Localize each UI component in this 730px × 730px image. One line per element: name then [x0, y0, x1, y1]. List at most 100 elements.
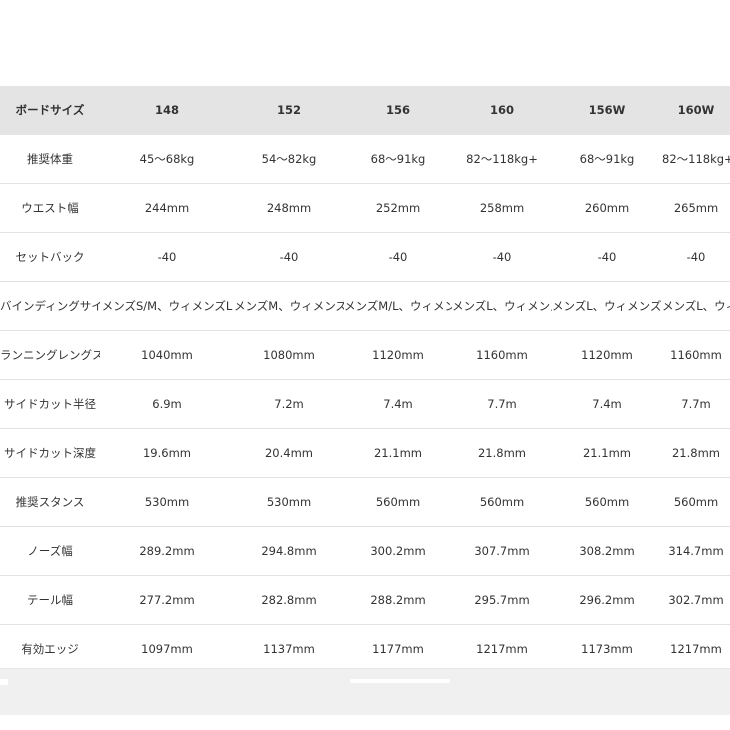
table-cell-value: メンズL、ウィメンズL — [452, 299, 552, 313]
table-cell: 560mm — [344, 477, 452, 527]
table-cell-value: 21.1mm — [582, 446, 631, 460]
table-cell: 248mm — [234, 183, 344, 233]
table-cell-value: -40 — [686, 250, 706, 264]
table-cell-value: 1177mm — [372, 642, 424, 656]
table-cell-value: -40 — [279, 250, 299, 264]
table-cell-value: 1217mm — [670, 642, 722, 656]
table-cell: メンズS/M、ウィメンズL — [100, 281, 234, 331]
table-cell: 82～118kg+ — [662, 134, 730, 184]
table-cell: 21.1mm — [552, 428, 662, 478]
table-cell-value: 248mm — [266, 201, 312, 215]
table-cell-value: 1040mm — [141, 348, 193, 362]
table-cell: -40 — [662, 232, 730, 282]
table-cell: 1217mm — [662, 624, 730, 668]
row-label-text: サイドカット半径 — [4, 397, 96, 411]
table-cell: -40 — [452, 232, 552, 282]
row-label: 推奨体重 — [0, 134, 100, 184]
table-cell: 296.2mm — [552, 575, 662, 625]
table-cell-value: メンズL、ウィメンズL — [552, 299, 662, 313]
table-cell-value: 7.2m — [274, 397, 304, 411]
table-cell-value: 68～91kg — [370, 152, 426, 166]
table-row: セットバック -40 -40 -40 -40 -40 -40 — [0, 232, 730, 282]
table-cell: 258mm — [452, 183, 552, 233]
table-cell-value: 7.4m — [383, 397, 413, 411]
table-cell: 294.8mm — [234, 526, 344, 576]
row-label-text: 推奨スタンス — [15, 495, 85, 509]
table-cell-value: 300.2mm — [370, 544, 426, 558]
table-cell: 260mm — [552, 183, 662, 233]
row-label-text: セットバック — [15, 250, 85, 264]
table-cell-value: 260mm — [584, 201, 630, 215]
table-cell: 252mm — [344, 183, 452, 233]
table-row: 推奨体重 45～68kg 54～82kg 68～91kg 82～118kg+ 68～91k… — [0, 134, 730, 184]
row-label-text: ノーズ幅 — [27, 544, 73, 558]
table-cell-value: 1097mm — [141, 642, 193, 656]
table-cell: 1097mm — [100, 624, 234, 668]
table-cell-value: メンズS/M、ウィメンズL — [101, 299, 233, 313]
table-cell-value: 19.6mm — [142, 446, 191, 460]
table-cell-value: 21.8mm — [477, 446, 526, 460]
table-cell-value: 45～68kg — [139, 152, 195, 166]
table-cell-value: 1120mm — [372, 348, 424, 362]
table-cell-value: 258mm — [479, 201, 525, 215]
table-cell-value: -40 — [388, 250, 408, 264]
table-cell: -40 — [344, 232, 452, 282]
table-cell: 314.7mm — [662, 526, 730, 576]
table-cell-value: 1080mm — [263, 348, 315, 362]
table-cell: 1217mm — [452, 624, 552, 668]
table-cell: 1040mm — [100, 330, 234, 380]
table-cell-value: -40 — [157, 250, 177, 264]
table-cell: 20.4mm — [234, 428, 344, 478]
table-cell: 1173mm — [552, 624, 662, 668]
table-cell-value: 7.7m — [681, 397, 711, 411]
table-cell: 302.7mm — [662, 575, 730, 625]
row-label: ウエスト幅 — [0, 183, 100, 233]
row-label-text: サイドカット深度 — [4, 446, 96, 460]
table-cell-value: 295.7mm — [474, 593, 530, 607]
table-cell-value: 82～118kg+ — [662, 152, 730, 166]
header-cell-156: 156 — [344, 86, 452, 135]
table-cell-value: 530mm — [266, 495, 312, 509]
table-row: ランニングレングス 1040mm 1080mm 1120mm 1160mm 1120mm 1… — [0, 330, 730, 380]
table-cell: 530mm — [100, 477, 234, 527]
table-cell: -40 — [552, 232, 662, 282]
table-cell-value: 1160mm — [670, 348, 722, 362]
row-label-text: ランニングレングス — [0, 348, 100, 362]
table-cell-value: 314.7mm — [668, 544, 724, 558]
row-label-text: テール幅 — [27, 593, 73, 607]
horizontal-scrollbar[interactable] — [0, 668, 730, 715]
row-label: 有効エッジ — [0, 624, 100, 668]
table-cell-value: 294.8mm — [261, 544, 317, 558]
table-cell: 307.7mm — [452, 526, 552, 576]
table-cell-value: 282.8mm — [261, 593, 317, 607]
table-cell-value: 68～91kg — [579, 152, 635, 166]
page: ボードサイズ 148 152 156 160 156W 160W 推奨体重 45～… — [0, 0, 730, 730]
table-cell: 7.7m — [662, 379, 730, 429]
table-cell-value: 1173mm — [581, 642, 633, 656]
spec-table-container[interactable]: ボードサイズ 148 152 156 160 156W 160W 推奨体重 45～… — [0, 86, 730, 668]
table-cell: 295.7mm — [452, 575, 552, 625]
table-row: ウエスト幅 244mm 248mm 252mm 258mm 260mm 265mm — [0, 183, 730, 233]
table-cell: メンズL、ウィメンズL — [452, 281, 552, 331]
table-row: 推奨スタンス 530mm 530mm 560mm 560mm 560mm 560mm — [0, 477, 730, 527]
table-cell: 1137mm — [234, 624, 344, 668]
row-label: ランニングレングス — [0, 330, 100, 380]
header-cell-160: 160 — [452, 86, 552, 135]
table-cell: 560mm — [662, 477, 730, 527]
table-cell: 244mm — [100, 183, 234, 233]
table-cell: 7.2m — [234, 379, 344, 429]
table-cell-value: 1137mm — [263, 642, 315, 656]
table-row: サイドカット半径 6.9m 7.2m 7.4m 7.7m 7.4m 7.7m — [0, 379, 730, 429]
table-cell: 300.2mm — [344, 526, 452, 576]
table-cell: 1080mm — [234, 330, 344, 380]
header-cell-148: 148 — [100, 86, 234, 135]
table-cell-value: 21.1mm — [373, 446, 422, 460]
table-cell-value: 530mm — [144, 495, 190, 509]
table-cell: 1177mm — [344, 624, 452, 668]
table-cell: 45～68kg — [100, 134, 234, 184]
table-cell: -40 — [100, 232, 234, 282]
table-cell-value: 302.7mm — [668, 593, 724, 607]
scrollbar-thumb[interactable] — [350, 679, 450, 683]
table-cell-value: 265mm — [673, 201, 719, 215]
row-label: ノーズ幅 — [0, 526, 100, 576]
